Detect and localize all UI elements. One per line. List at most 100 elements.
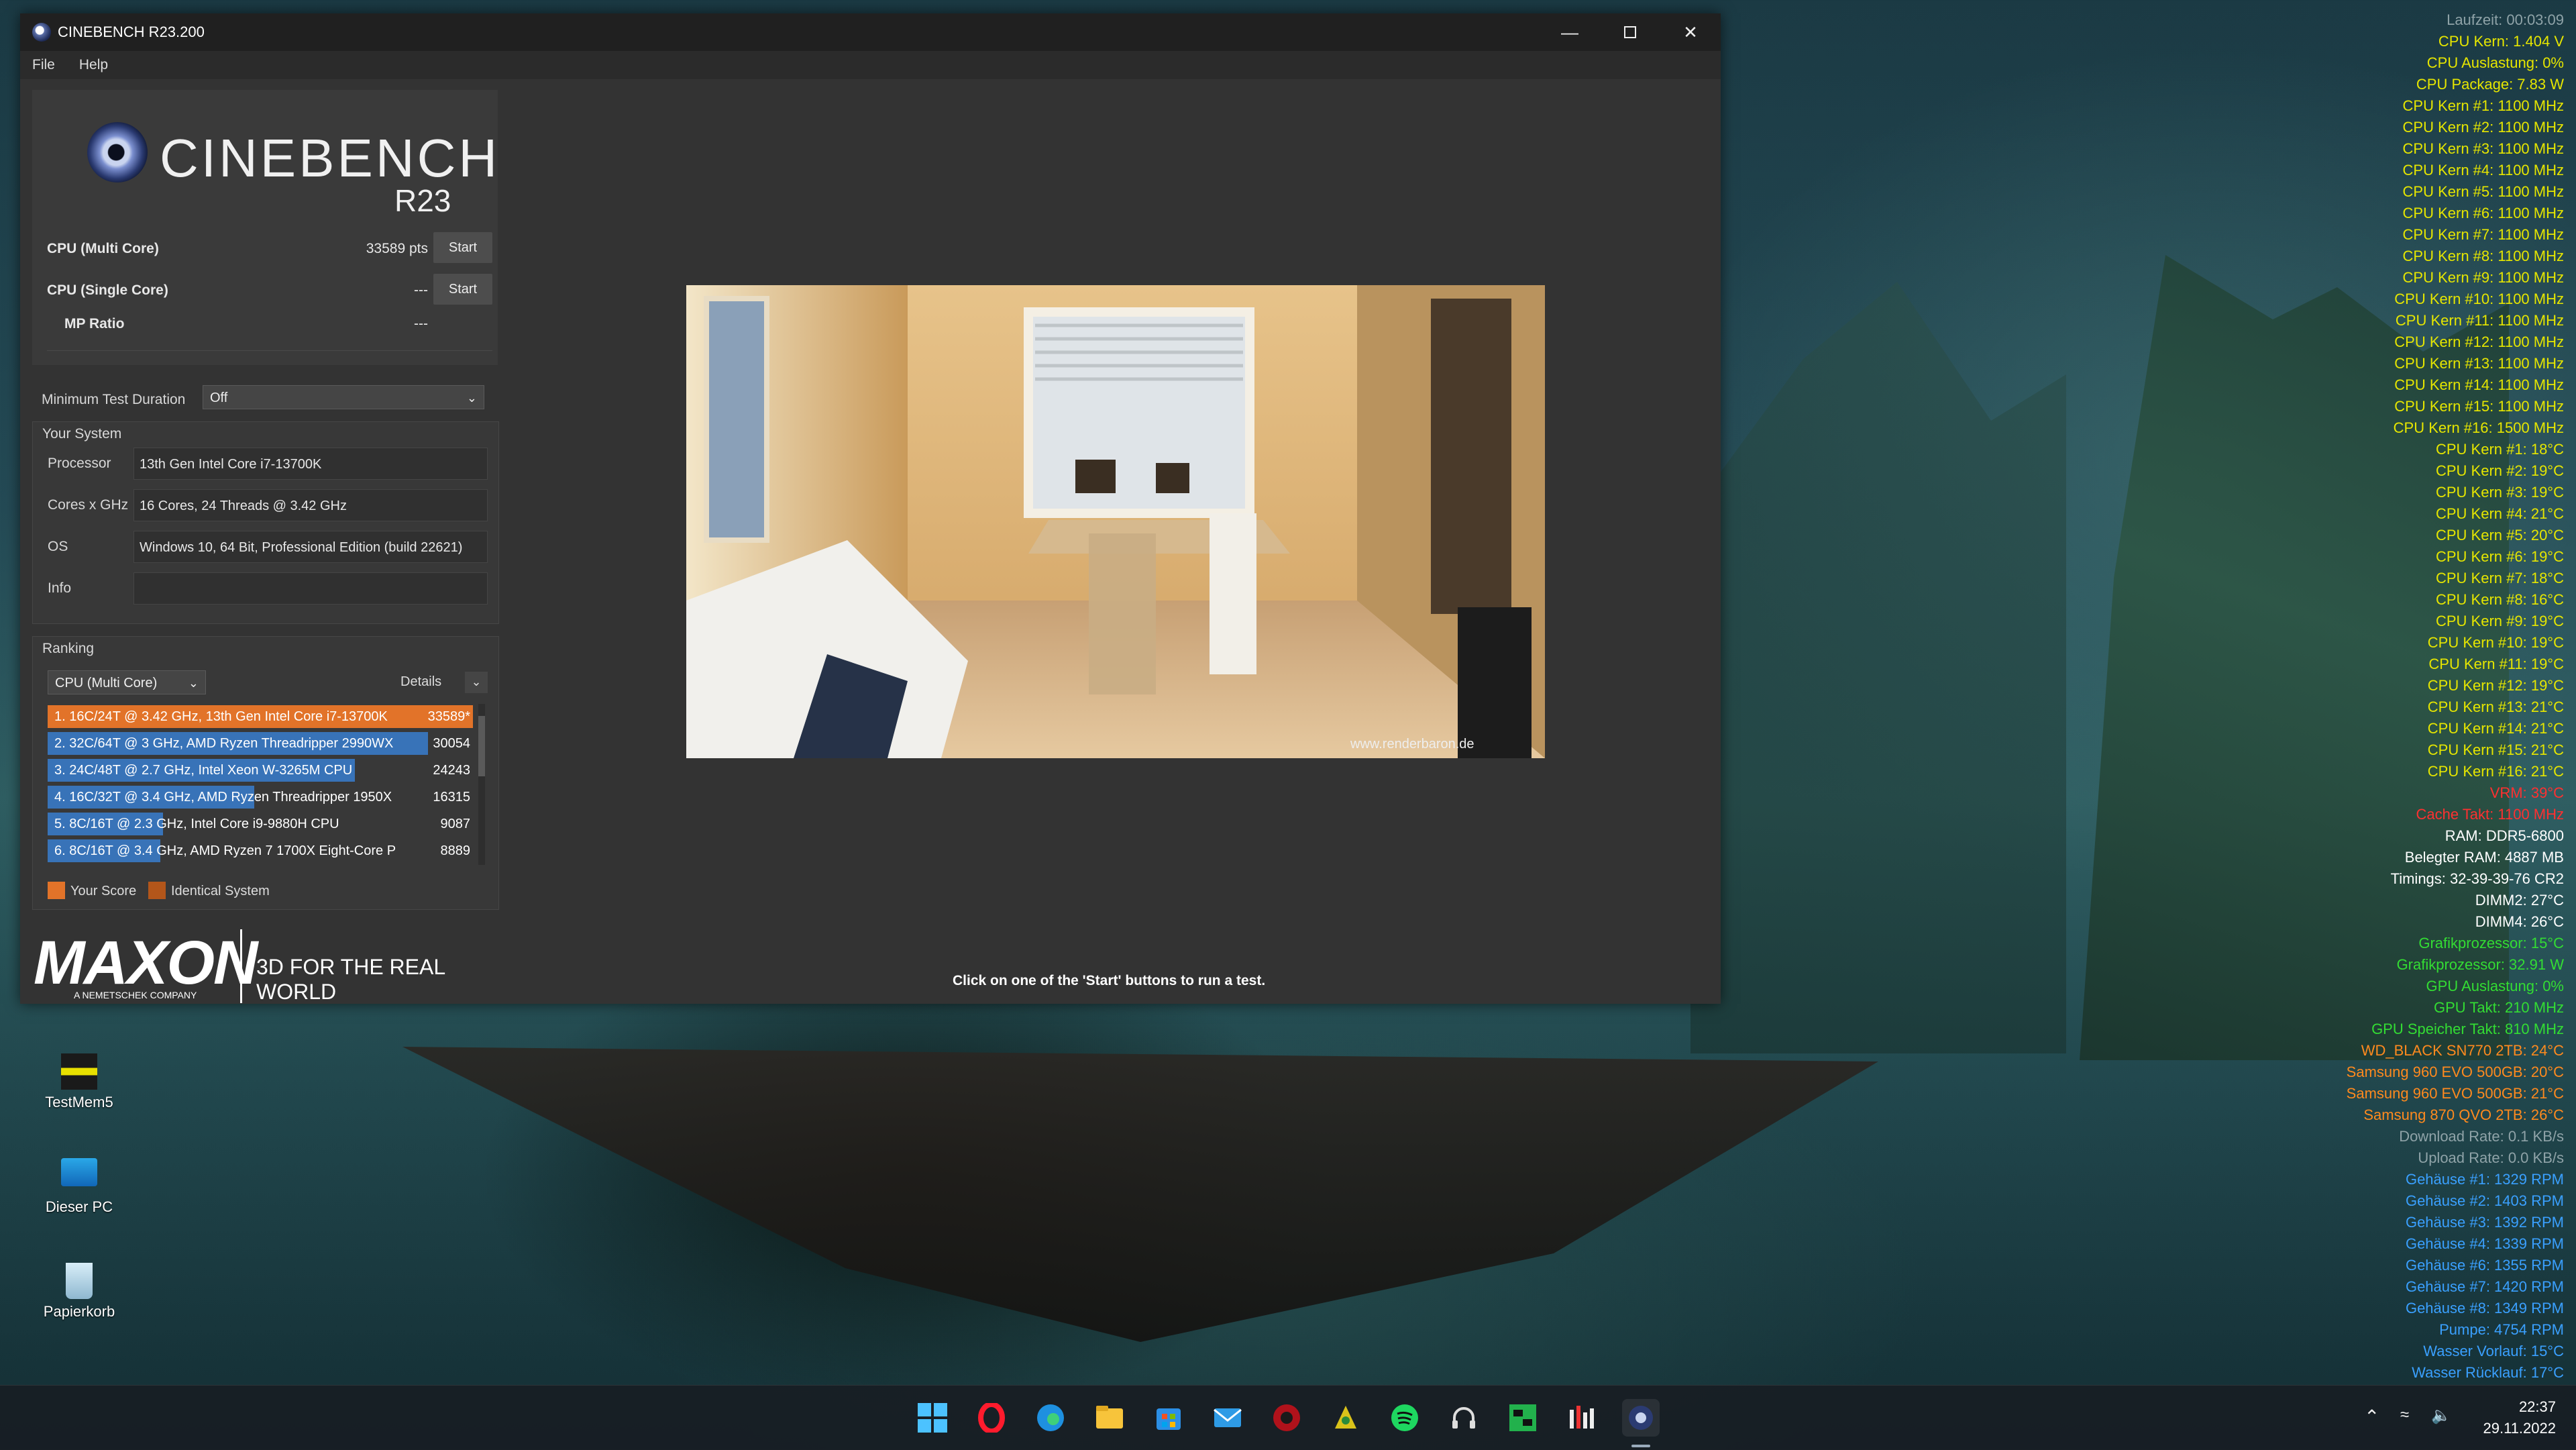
multi-core-start-button[interactable]: Start bbox=[433, 232, 492, 263]
taskbar-ryzen-master[interactable] bbox=[1268, 1399, 1305, 1437]
monitor-reading: CPU Kern #14: 21°C bbox=[2427, 720, 2564, 737]
taskbar-terminal[interactable] bbox=[1504, 1399, 1542, 1437]
details-toggle-button[interactable]: ⌄ bbox=[465, 672, 488, 693]
single-core-start-button[interactable]: Start bbox=[433, 274, 492, 305]
render-scene-image: www.renderbaron.de bbox=[686, 285, 1545, 758]
minimize-icon: — bbox=[1561, 21, 1578, 42]
speaker-icon: 🔈 bbox=[2431, 1406, 2451, 1425]
your-system-panel: Your System Processor 13th Gen Intel Cor… bbox=[32, 421, 499, 624]
ranking-panel: Ranking CPU (Multi Core) ⌄ Details ⌄ 1. … bbox=[32, 636, 499, 910]
monitor-reading: CPU Kern #7: 18°C bbox=[2436, 570, 2564, 586]
ranking-title: Ranking bbox=[42, 641, 95, 656]
title-bar[interactable]: CINEBENCH R23.200 — ✕ bbox=[20, 13, 1721, 51]
desktop-icon-label: Papierkorb bbox=[43, 1303, 115, 1320]
monitor-reading: CPU Kern #4: 21°C bbox=[2436, 505, 2564, 522]
monitor-reading: Wasser Rücklauf: 17°C bbox=[2412, 1364, 2564, 1381]
monitor-reading: CPU Kern #2: 1100 MHz bbox=[2402, 119, 2564, 136]
maximize-button[interactable] bbox=[1600, 13, 1660, 51]
monitor-reading: CPU Kern #16: 21°C bbox=[2427, 763, 2564, 780]
tray-volume[interactable]: 🔈 bbox=[2431, 1406, 2451, 1425]
scrollbar-thumb[interactable] bbox=[478, 716, 485, 776]
this-pc-icon bbox=[61, 1158, 97, 1186]
your-score-swatch bbox=[48, 882, 65, 899]
monitor-reading: CPU Kern #9: 1100 MHz bbox=[2402, 269, 2564, 286]
close-icon: ✕ bbox=[1683, 21, 1698, 42]
monitor-reading: Cache Takt: 1100 MHz bbox=[2416, 806, 2564, 823]
ranking-mode-select[interactable]: CPU (Multi Core) ⌄ bbox=[48, 670, 206, 694]
monitor-reading: CPU Package: 7.83 W bbox=[2416, 76, 2564, 93]
monitor-reading: Gehäuse #3: 1392 RPM bbox=[2405, 1214, 2564, 1231]
single-core-label: CPU (Single Core) bbox=[47, 282, 168, 298]
ranking-score: 24243 bbox=[433, 763, 470, 778]
minimize-button[interactable]: — bbox=[1540, 13, 1600, 51]
monitor-reading: Samsung 960 EVO 500GB: 20°C bbox=[2346, 1064, 2564, 1080]
monitor-reading: Laufzeit: 00:03:09 bbox=[2447, 11, 2564, 28]
render-preview: www.renderbaron.de bbox=[686, 285, 1545, 758]
ranking-row[interactable]: 3. 24C/48T @ 2.7 GHz, Intel Xeon W-3265M… bbox=[48, 759, 473, 782]
cores-field[interactable]: 16 Cores, 24 Threads @ 3.42 GHz bbox=[133, 489, 488, 521]
min-duration-value: Off bbox=[210, 391, 228, 405]
ranking-scrollbar[interactable] bbox=[478, 704, 485, 865]
taskbar-spotify[interactable] bbox=[1386, 1399, 1424, 1437]
desktop-icon-this-pc[interactable]: Dieser PC bbox=[32, 1158, 126, 1216]
ranking-score: 16315 bbox=[433, 790, 470, 805]
monitor-reading: DIMM4: 26°C bbox=[2475, 913, 2564, 930]
os-label: OS bbox=[48, 539, 68, 554]
os-field[interactable]: Windows 10, 64 Bit, Professional Edition… bbox=[133, 531, 488, 563]
cinebench-logo-text: CINEBENCH bbox=[160, 128, 500, 188]
maxon-tagline: 3D FOR THE REAL WORLD bbox=[256, 955, 445, 1004]
monitor-reading: Gehäuse #4: 1339 RPM bbox=[2405, 1235, 2564, 1252]
taskbar-monitor-app[interactable] bbox=[1563, 1399, 1601, 1437]
taskbar-mail[interactable] bbox=[1209, 1399, 1246, 1437]
processor-field[interactable]: 13th Gen Intel Core i7-13700K bbox=[133, 448, 488, 480]
maxon-brand: MAXON A NEMETSCHEK COMPANY 3D FOR THE RE… bbox=[27, 923, 496, 1004]
taskbar-cinebench[interactable] bbox=[1622, 1399, 1660, 1437]
multi-core-label: CPU (Multi Core) bbox=[47, 241, 159, 256]
cinebench-version: R23 bbox=[394, 183, 451, 218]
ranking-row[interactable]: 6. 8C/16T @ 3.4 GHz, AMD Ryzen 7 1700X E… bbox=[48, 839, 473, 862]
ranking-row[interactable]: 2. 32C/64T @ 3 GHz, AMD Ryzen Threadripp… bbox=[48, 732, 473, 755]
monitor-reading: CPU Kern #10: 1100 MHz bbox=[2394, 291, 2564, 307]
tray-overflow-button[interactable]: ⌃ bbox=[2364, 1406, 2379, 1428]
monitor-reading: CPU Kern #16: 1500 MHz bbox=[2393, 419, 2564, 436]
clock-date: 29.11.2022 bbox=[2483, 1420, 2556, 1437]
ranking-row[interactable]: 4. 16C/32T @ 3.4 GHz, AMD Ryzen Threadri… bbox=[48, 786, 473, 809]
min-duration-select[interactable]: Off ⌄ bbox=[203, 385, 484, 409]
info-field[interactable] bbox=[133, 572, 488, 605]
monitor-reading: GPU Takt: 210 MHz bbox=[2434, 999, 2564, 1016]
testmem5-icon bbox=[61, 1053, 97, 1090]
monitor-reading: Wasser Vorlauf: 15°C bbox=[2423, 1343, 2564, 1359]
desktop-icon-recycle-bin[interactable]: Papierkorb bbox=[32, 1263, 126, 1320]
taskbar-file-explorer[interactable] bbox=[1091, 1399, 1128, 1437]
menu-help[interactable]: Help bbox=[67, 57, 120, 73]
monitor-reading: CPU Kern #13: 21°C bbox=[2427, 698, 2564, 715]
monitor-reading: Upload Rate: 0.0 KB/s bbox=[2418, 1149, 2564, 1166]
ranking-row[interactable]: 1. 16C/24T @ 3.42 GHz, 13th Gen Intel Co… bbox=[48, 705, 473, 728]
mp-ratio-label: MP Ratio bbox=[64, 316, 125, 331]
processor-label: Processor bbox=[48, 456, 111, 471]
tool-icon bbox=[1335, 1406, 1356, 1429]
monitor-reading: CPU Kern #8: 16°C bbox=[2436, 591, 2564, 608]
details-label[interactable]: Details bbox=[400, 674, 441, 690]
taskbar-tool[interactable] bbox=[1327, 1399, 1364, 1437]
tray-network[interactable]: ≈ bbox=[2400, 1406, 2409, 1425]
taskbar-opera[interactable] bbox=[973, 1399, 1010, 1437]
close-button[interactable]: ✕ bbox=[1660, 13, 1721, 51]
desktop-icon-label: Dieser PC bbox=[45, 1198, 113, 1215]
ranking-row[interactable]: 5. 8C/16T @ 2.3 GHz, Intel Core i9-9880H… bbox=[48, 813, 473, 835]
monitor-reading: CPU Kern #6: 1100 MHz bbox=[2402, 205, 2564, 221]
identical-system-legend: Identical System bbox=[171, 884, 270, 898]
monitor-reading: GPU Speicher Takt: 810 MHz bbox=[2371, 1021, 2564, 1037]
taskbar-store[interactable] bbox=[1150, 1399, 1187, 1437]
hardware-monitor-overlay: Laufzeit: 00:03:09 CPU Kern: 1.404 V CPU A… bbox=[2215, 9, 2564, 1384]
monitor-reading: CPU Kern #1: 1100 MHz bbox=[2402, 97, 2564, 114]
cinebench-app-icon bbox=[32, 23, 51, 42]
monitor-reading: Samsung 960 EVO 500GB: 21°C bbox=[2346, 1085, 2564, 1102]
taskbar-clock[interactable]: 22:37 29.11.2022 bbox=[2483, 1396, 2556, 1439]
taskbar-headphones[interactable] bbox=[1445, 1399, 1483, 1437]
taskbar-edge[interactable] bbox=[1032, 1399, 1069, 1437]
start-button[interactable] bbox=[914, 1399, 951, 1437]
desktop-icon-testmem5[interactable]: TestMem5 bbox=[32, 1053, 126, 1111]
menu-file[interactable]: File bbox=[20, 57, 67, 73]
monitor-reading: CPU Kern #3: 19°C bbox=[2436, 484, 2564, 501]
